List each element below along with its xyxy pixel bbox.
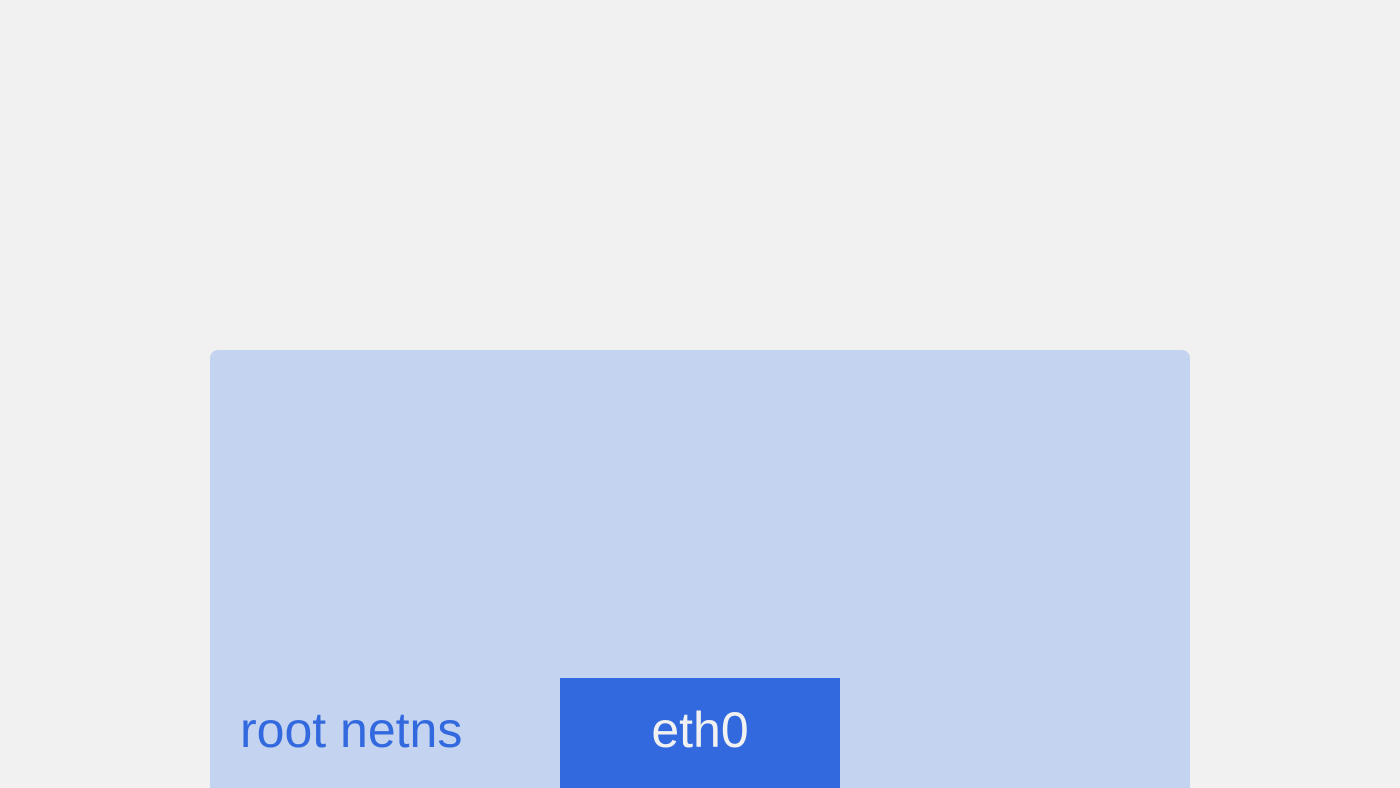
eth0-interface-label: eth0 xyxy=(651,702,749,758)
diagram-canvas: root netns eth0 xyxy=(0,0,1400,788)
root-netns-label: root netns xyxy=(240,702,463,758)
